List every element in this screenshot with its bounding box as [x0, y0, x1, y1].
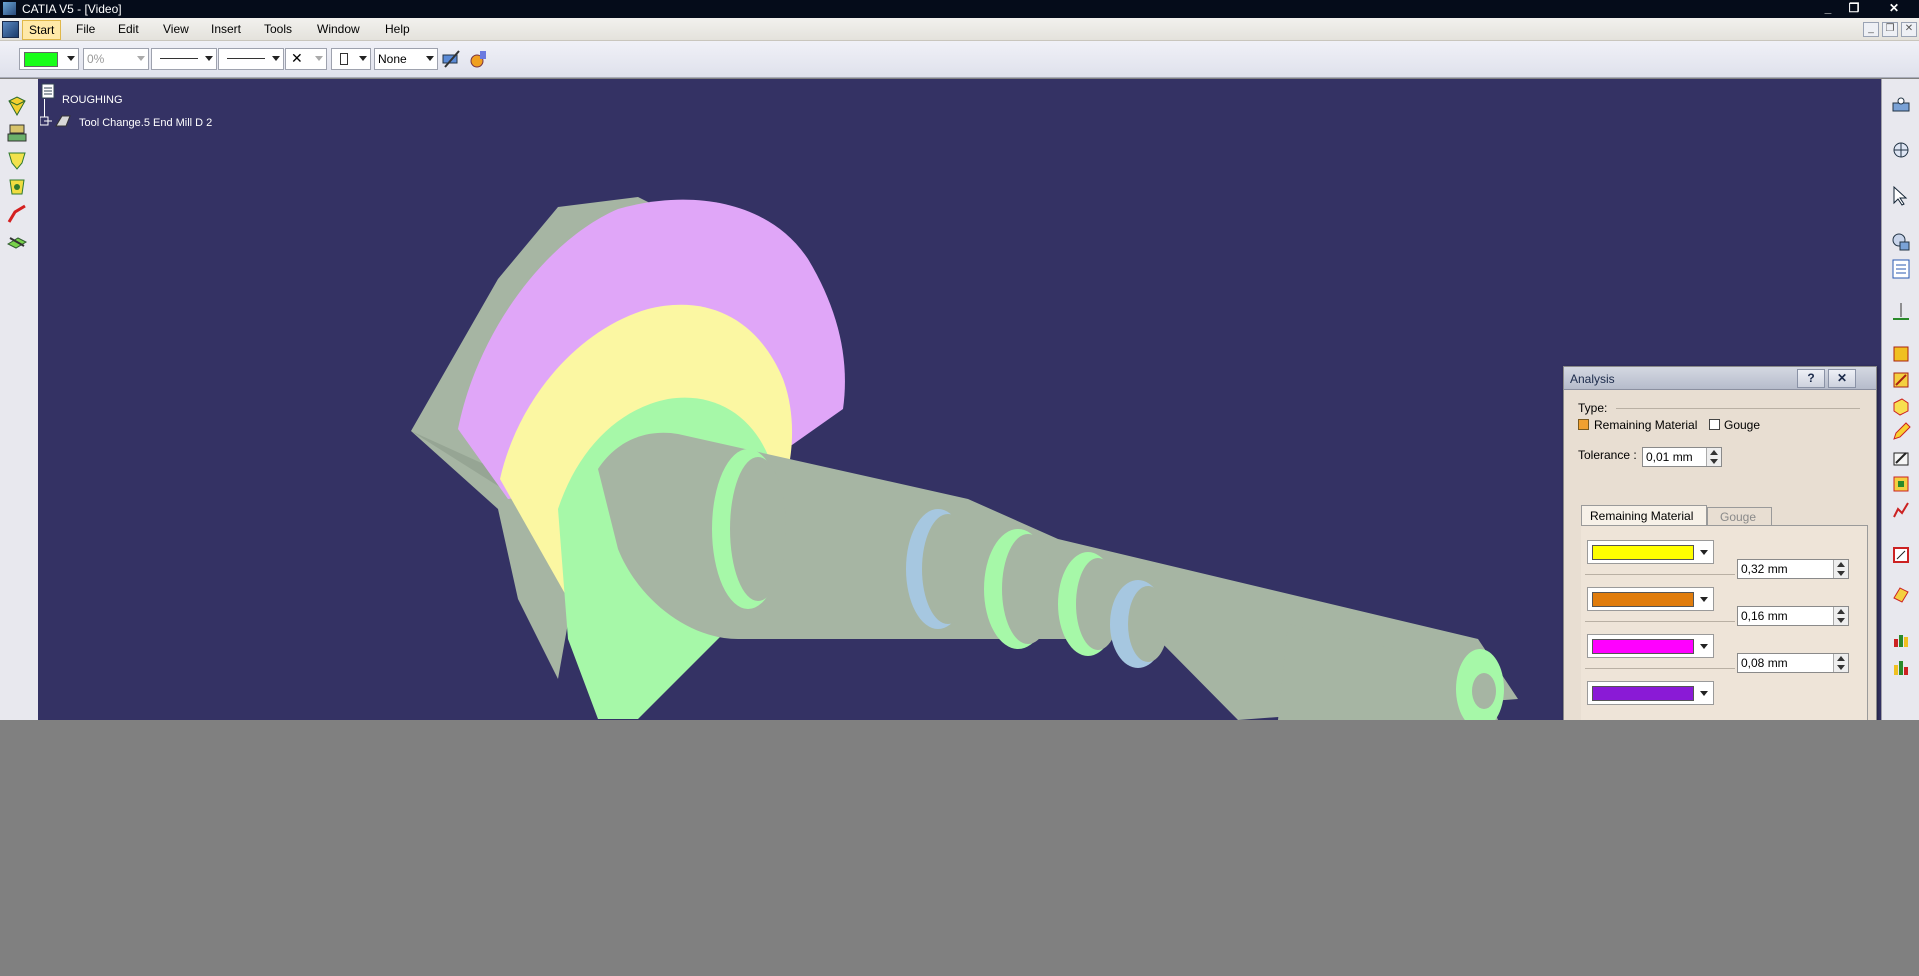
fill-color-swatch — [24, 52, 58, 67]
tree-item-tool-change[interactable]: Tool Change.5 End Mill D 2 — [79, 117, 212, 129]
point-symbol-combo[interactable]: ✕ — [285, 48, 327, 70]
properties-icon[interactable] — [1890, 258, 1912, 280]
threshold-spinner-3[interactable]: 0,08 mm — [1737, 653, 1849, 673]
remaining-material-checkbox[interactable] — [1578, 419, 1589, 430]
threshold-value-1: 0,32 mm — [1741, 562, 1788, 576]
tree-root-roughing[interactable]: ROUGHING — [62, 94, 123, 106]
tab-panel: 0,32 mm 0,16 mm 0,08 mm — [1581, 525, 1868, 722]
menu-file[interactable]: File — [76, 22, 95, 36]
line-thickness-combo[interactable] — [151, 48, 217, 70]
color-swatch-magenta — [1592, 639, 1694, 654]
menu-start[interactable]: Start — [22, 20, 62, 40]
format-painter-icon[interactable] — [441, 49, 463, 69]
left-toolbar — [0, 79, 39, 720]
color-combo-4[interactable] — [1587, 681, 1714, 705]
menu-window[interactable]: Window — [317, 22, 360, 36]
type-label: Type: — [1578, 401, 1608, 415]
color-swatch-purple — [1592, 686, 1694, 701]
select-arrow-icon[interactable] — [1890, 185, 1912, 207]
tool-change-icon[interactable] — [40, 113, 76, 129]
dialog-header[interactable]: Analysis ? ✕ — [1564, 367, 1876, 390]
menu-view[interactable]: View — [163, 22, 189, 36]
line-type-combo[interactable] — [218, 48, 284, 70]
tab-remaining-material-label: Remaining Material — [1590, 509, 1694, 523]
pencil-icon[interactable] — [1890, 421, 1912, 443]
tab-gouge-label: Gouge — [1720, 510, 1757, 524]
axis-icon[interactable] — [1890, 301, 1912, 323]
dimension-icon[interactable] — [1890, 473, 1912, 495]
menu-insert[interactable]: Insert — [211, 22, 241, 36]
tool-path-icon[interactable] — [6, 203, 28, 225]
gouge-label: Gouge — [1724, 418, 1761, 432]
layer-value: None — [378, 52, 407, 66]
feature-icon[interactable] — [1890, 447, 1912, 469]
tolerance-value: 0,01 mm — [1646, 450, 1693, 464]
rendering-style-icon — [340, 53, 348, 65]
menu-help[interactable]: Help — [385, 22, 410, 36]
threshold-spinner-2[interactable]: 0,16 mm — [1737, 606, 1849, 626]
geometry-icon[interactable] — [1890, 343, 1912, 365]
pad-icon[interactable] — [1890, 395, 1912, 417]
transparency-value: 0% — [87, 52, 105, 66]
tolerance-label: Tolerance : — [1578, 448, 1637, 462]
color-swatch-yellow — [1592, 545, 1694, 560]
menu-tools[interactable]: Tools — [264, 22, 292, 36]
machining-op-icon[interactable] — [6, 95, 28, 117]
right-toolbar — [1881, 79, 1919, 720]
chart-icon[interactable] — [1890, 629, 1912, 651]
chart2-icon[interactable] — [1890, 657, 1912, 679]
view-icon[interactable] — [1890, 95, 1912, 117]
tab-gouge[interactable]: Gouge — [1707, 507, 1772, 526]
fill-color-combo[interactable] — [19, 48, 79, 70]
render-icon[interactable] — [1890, 231, 1912, 253]
document-icon[interactable] — [2, 21, 19, 38]
transparency-combo[interactable]: 0% — [83, 48, 149, 70]
window-title: CATIA V5 - [Video] — [22, 2, 122, 16]
color-combo-3[interactable] — [1587, 634, 1714, 658]
color-combo-2[interactable] — [1587, 587, 1714, 611]
minimize-button[interactable]: _ — [1820, 1, 1836, 16]
gouge-checkbox[interactable] — [1709, 419, 1720, 430]
apply-material-icon[interactable] — [468, 49, 490, 69]
point-symbol-icon: ✕ — [291, 50, 303, 66]
mdi-restore-button[interactable]: ❐ — [1882, 22, 1898, 37]
dialog-close-button[interactable]: ✕ — [1828, 369, 1856, 388]
rendering-style-combo[interactable] — [331, 48, 371, 70]
part-operation-icon[interactable] — [6, 149, 28, 171]
process-tree-icon[interactable] — [40, 83, 56, 99]
restore-button[interactable]: ❐ — [1846, 1, 1862, 16]
color-swatch-orange — [1592, 592, 1694, 607]
graphic-properties-toolbar: 0% ✕ None — [0, 41, 1919, 78]
tolerance-spinner[interactable]: 0,01 mm — [1642, 447, 1722, 467]
rework-icon[interactable] — [1890, 584, 1912, 606]
dialog-title: Analysis — [1570, 372, 1615, 386]
menu-edit[interactable]: Edit — [118, 22, 139, 36]
analysis-dialog: Analysis ? ✕ Type: Remaining Material Go… — [1563, 366, 1877, 722]
mdi-minimize-button[interactable]: _ — [1863, 22, 1879, 37]
covered-region — [0, 720, 1919, 976]
menu-bar: Start File Edit View Insert Tools Window… — [0, 18, 1919, 41]
threshold-spinner-1[interactable]: 0,32 mm — [1737, 559, 1849, 579]
measure-icon[interactable] — [1890, 544, 1912, 566]
tab-remaining-material[interactable]: Remaining Material — [1581, 505, 1707, 526]
threshold-value-2: 0,16 mm — [1741, 609, 1788, 623]
threshold-value-3: 0,08 mm — [1741, 656, 1788, 670]
stock-icon[interactable] — [6, 230, 28, 252]
mdi-close-button[interactable]: ✕ — [1901, 22, 1917, 37]
title-bar: CATIA V5 - [Video] _ ❐ ✕ — [0, 0, 1919, 18]
tool-icon[interactable] — [6, 122, 28, 144]
program-icon[interactable] — [6, 176, 28, 198]
sketch-icon[interactable] — [1890, 369, 1912, 391]
analysis-icon[interactable] — [1890, 499, 1912, 521]
layer-combo[interactable]: None — [374, 48, 438, 70]
catia-app-icon — [3, 2, 16, 15]
color-combo-1[interactable] — [1587, 540, 1714, 564]
help-button[interactable]: ? — [1797, 369, 1825, 388]
close-button[interactable]: ✕ — [1886, 1, 1902, 16]
remaining-material-label: Remaining Material — [1594, 418, 1698, 432]
compass-icon[interactable] — [1890, 139, 1912, 161]
